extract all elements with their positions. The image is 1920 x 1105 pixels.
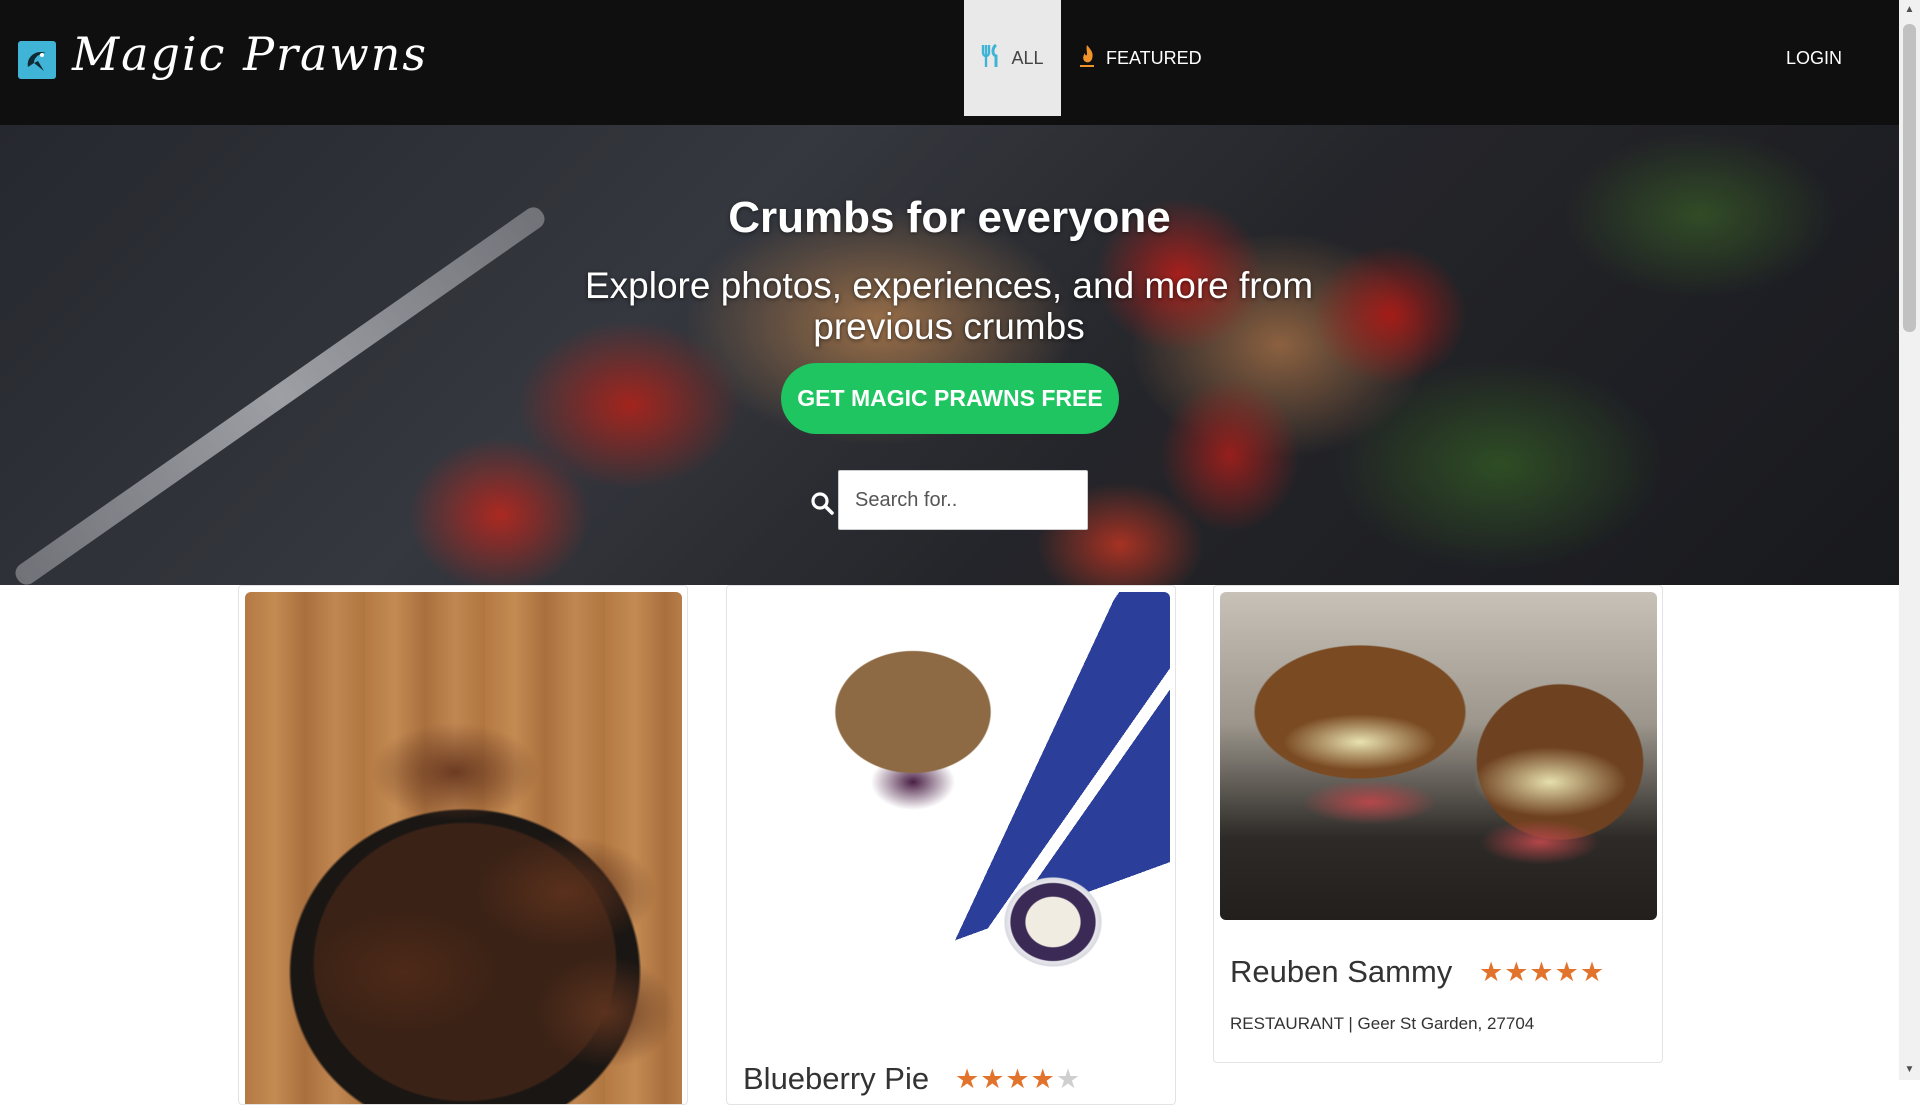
recipe-card-reuben[interactable]: Reuben Sammy ★★★★★ RESTAURANT | Geer St … bbox=[1213, 585, 1663, 1063]
search-icon bbox=[810, 491, 834, 520]
hero-banner: Crumbs for everyone Explore photos, expe… bbox=[0, 125, 1899, 585]
card-title[interactable]: Blueberry Pie bbox=[743, 1061, 929, 1097]
rating-stars: ★★★★★ bbox=[1479, 957, 1605, 988]
brand-name: Magic Prawns bbox=[72, 27, 429, 81]
tab-featured-label: FEATURED bbox=[1106, 47, 1202, 68]
tab-featured[interactable]: FEATURED bbox=[1060, 0, 1220, 116]
hero-subtitle: Explore photos, experiences, and more fr… bbox=[584, 265, 1314, 347]
login-link[interactable]: LOGIN bbox=[1786, 0, 1842, 116]
tab-all[interactable]: ALL bbox=[964, 0, 1061, 116]
stars-filled: ★★★★ bbox=[955, 1064, 1056, 1094]
stars-filled: ★★★★★ bbox=[1479, 957, 1606, 987]
card-title[interactable]: Reuben Sammy bbox=[1230, 954, 1452, 990]
page-scrollbar[interactable]: ▲ ▼ bbox=[1899, 0, 1920, 1080]
recipe-card-blueberry-pie[interactable]: Blueberry Pie ★★★★★ bbox=[726, 585, 1176, 1105]
brand[interactable]: Magic Prawns bbox=[18, 24, 428, 84]
scroll-down-arrow-icon[interactable]: ▼ bbox=[1899, 1060, 1920, 1080]
prawn-logo-icon bbox=[18, 41, 56, 79]
blueberry-crumble-photo[interactable] bbox=[733, 592, 1170, 1029]
recipe-card-brownies[interactable] bbox=[238, 585, 688, 1105]
reuben-sandwich-photo[interactable] bbox=[1220, 592, 1657, 920]
card-meta: RESTAURANT | Geer St Garden, 27704 bbox=[1230, 1014, 1535, 1033]
top-navbar: Magic Prawns ALL FEATURED LOGIN bbox=[0, 0, 1899, 125]
tab-all-label: ALL bbox=[1011, 47, 1044, 68]
scroll-up-arrow-icon[interactable]: ▲ bbox=[1899, 0, 1920, 20]
stars-empty: ★ bbox=[1055, 1064, 1082, 1094]
scroll-thumb[interactable] bbox=[1903, 24, 1916, 332]
utensils-icon bbox=[981, 43, 1001, 73]
search-input[interactable] bbox=[838, 470, 1088, 530]
fire-icon bbox=[1078, 44, 1096, 73]
hero-title: Crumbs for everyone bbox=[728, 193, 1171, 242]
brownies-photo[interactable] bbox=[245, 592, 682, 1104]
get-app-button[interactable]: GET MAGIC PRAWNS FREE bbox=[781, 363, 1119, 434]
